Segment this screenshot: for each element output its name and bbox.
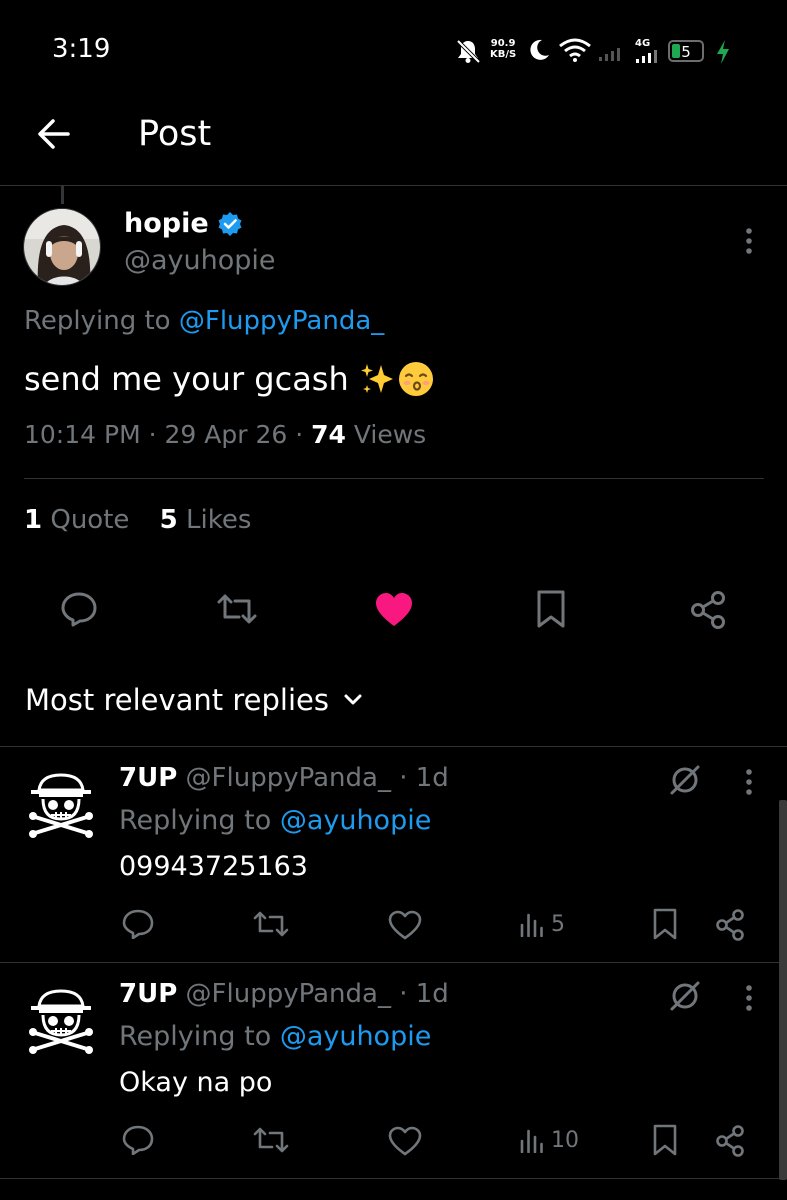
more-vertical-icon[interactable]	[737, 767, 761, 797]
post-stats: 1 Quote 5 Likes	[24, 505, 251, 535]
heart-icon[interactable]	[388, 910, 422, 940]
charging-icon	[717, 40, 729, 64]
reply-icon[interactable]	[122, 1125, 154, 1155]
reply-icon[interactable]	[122, 909, 154, 939]
chevron-down-icon	[344, 694, 362, 705]
quotes-label: Quote	[50, 505, 130, 535]
likes-stat[interactable]: 5 Likes	[160, 505, 252, 535]
quotes-stat[interactable]: 1 Quote	[24, 505, 129, 535]
meta-divider	[24, 478, 764, 479]
views-count: 5	[551, 912, 565, 937]
views-icon	[520, 913, 543, 937]
more-vertical-icon[interactable]	[737, 226, 761, 256]
reply-display-name[interactable]: 7UP	[119, 763, 177, 793]
reply-age: · 1d	[399, 979, 449, 1009]
likes-count: 5	[159, 505, 178, 535]
reply-divider	[0, 1178, 779, 1179]
speed-value: 90.9	[490, 38, 516, 49]
author-handle[interactable]: @ayuhopie	[124, 245, 276, 276]
retweet-icon[interactable]	[215, 592, 259, 626]
retweet-icon[interactable]	[252, 910, 290, 938]
quotes-count: 1	[24, 505, 43, 535]
back-arrow-icon[interactable]	[36, 116, 72, 152]
reply-item[interactable]: 7UP @FluppyPanda_ · 1d Replying to @ayuh…	[0, 747, 779, 962]
reply-item[interactable]: 7UP @FluppyPanda_ · 1d Replying to @ayuh…	[0, 963, 779, 1178]
heart-icon[interactable]	[374, 592, 414, 628]
header-divider	[0, 185, 787, 186]
replying-to-link[interactable]: @ayuhopie	[280, 805, 432, 836]
status-time: 3:19	[52, 34, 111, 64]
replies-sort-label: Most relevant replies	[25, 683, 329, 717]
views-label: Views	[353, 420, 427, 449]
bookmark-icon[interactable]	[535, 589, 567, 629]
reply-icon[interactable]	[60, 591, 98, 627]
views-stat[interactable]: 5	[519, 912, 565, 937]
heart-icon[interactable]	[388, 1126, 422, 1156]
thread-connector	[61, 186, 64, 204]
reply-display-name[interactable]: 7UP	[119, 979, 177, 1009]
post-body: send me your gcash	[24, 360, 349, 398]
post-text: send me your gcash	[24, 360, 435, 398]
reply-handle[interactable]: @FluppyPanda_	[186, 979, 391, 1009]
battery-level: 5	[681, 43, 691, 61]
post-time: 10:14 PM	[24, 420, 141, 449]
bookmark-icon[interactable]	[651, 907, 679, 941]
signal-weak-icon	[599, 48, 620, 61]
replying-to-link[interactable]: @ayuhopie	[280, 1021, 432, 1052]
author-name[interactable]: hopie	[124, 208, 243, 239]
replying-prefix: Replying to	[119, 1021, 272, 1052]
reply-handle[interactable]: @FluppyPanda_	[186, 763, 391, 793]
battery-icon: 5	[668, 40, 704, 62]
reply-age: · 1d	[399, 763, 449, 793]
likes-label: Likes	[186, 505, 252, 535]
replies-sort-dropdown[interactable]: Most relevant replies	[25, 683, 363, 717]
share-icon[interactable]	[689, 590, 727, 630]
page-title: Post	[138, 114, 212, 154]
sparkles-icon	[360, 364, 393, 393]
reply-text: Okay na po	[119, 1067, 273, 1098]
kissing-face-icon	[398, 362, 433, 396]
views-count: 10	[551, 1128, 579, 1153]
bookmark-icon[interactable]	[651, 1123, 679, 1157]
scrollbar[interactable]	[779, 800, 787, 1180]
avatar[interactable]	[25, 985, 97, 1055]
reply-text: 09943725163	[119, 851, 308, 882]
share-icon[interactable]	[714, 1124, 746, 1158]
replying-prefix: Replying to	[24, 306, 171, 336]
display-name[interactable]: hopie	[124, 208, 209, 239]
speed-unit: KB/S	[490, 49, 517, 60]
share-icon[interactable]	[714, 908, 746, 942]
reply-replying-to: Replying to @ayuhopie	[119, 1021, 431, 1052]
status-icons: 90.9 KB/S 4G 5	[452, 34, 742, 68]
grok-icon[interactable]	[668, 979, 702, 1013]
replying-to-link[interactable]: @FluppyPanda_	[179, 306, 384, 336]
network-type: 4G	[635, 38, 651, 49]
bell-off-icon	[456, 39, 481, 64]
views-icon	[520, 1129, 543, 1153]
views-stat[interactable]: 10	[519, 1128, 579, 1153]
replying-prefix: Replying to	[119, 805, 272, 836]
wifi-icon	[559, 38, 591, 62]
post-date: 29 Apr 26	[164, 420, 288, 449]
grok-icon[interactable]	[668, 763, 702, 797]
views-count: 74	[311, 420, 346, 449]
retweet-icon[interactable]	[252, 1126, 290, 1154]
moon-icon	[530, 39, 549, 60]
signal-icon	[636, 50, 657, 63]
avatar[interactable]	[23, 208, 101, 286]
more-vertical-icon[interactable]	[737, 983, 761, 1013]
post-meta: 10:14 PM · 29 Apr 26 · 74 Views	[24, 420, 427, 449]
replying-to: Replying to @FluppyPanda_	[24, 306, 384, 336]
post-emoji	[359, 360, 435, 398]
reply-header: 7UP @FluppyPanda_ · 1d	[119, 763, 449, 793]
reply-replying-to: Replying to @ayuhopie	[119, 805, 431, 836]
avatar[interactable]	[25, 769, 97, 839]
reply-header: 7UP @FluppyPanda_ · 1d	[119, 979, 449, 1009]
network-speed: 90.9 KB/S	[490, 38, 516, 60]
verified-badge-icon	[218, 211, 242, 236]
